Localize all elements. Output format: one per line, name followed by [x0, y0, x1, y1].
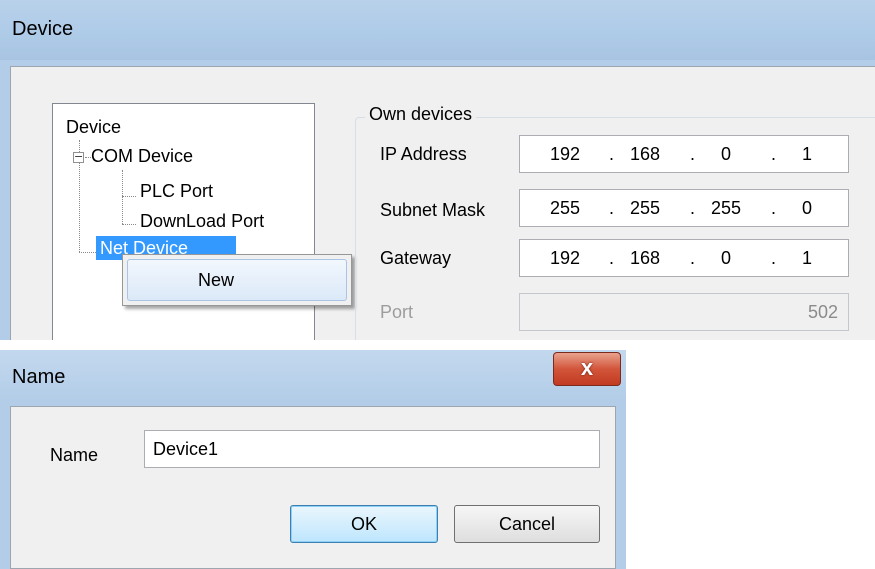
- own-devices-group-label: Own devices: [365, 104, 477, 125]
- port-label: Port: [380, 302, 414, 322]
- cancel-button[interactable]: Cancel: [454, 505, 600, 543]
- tree-line: [79, 163, 80, 252]
- ip-separator: .: [771, 144, 777, 164]
- ip-octet[interactable]: 192: [544, 144, 586, 165]
- tree-line: [122, 196, 136, 197]
- ok-button[interactable]: OK: [290, 505, 438, 543]
- ip-separator: .: [690, 198, 696, 218]
- device-titlebar[interactable]: Device: [0, 0, 875, 60]
- gateway-octet[interactable]: 1: [786, 248, 828, 269]
- port-value: 502: [807, 302, 838, 322]
- subnet-mask-label: Subnet Mask: [380, 200, 486, 220]
- tree-item-device[interactable]: Device: [66, 117, 121, 138]
- subnet-octet[interactable]: 255: [624, 198, 666, 219]
- tree-line: [122, 170, 123, 224]
- name-dialog-title: Name: [12, 366, 66, 388]
- name-input[interactable]: [144, 430, 600, 468]
- ip-separator: .: [609, 144, 615, 164]
- device-window: Device Device − COM Device PLC Port Down…: [0, 0, 875, 340]
- name-dialog-titlebar[interactable]: Name x: [0, 350, 626, 400]
- gateway-field[interactable]: 192 . 168 . 0 . 1: [519, 239, 849, 277]
- ip-separator: .: [771, 198, 777, 218]
- context-menu: New: [122, 254, 352, 306]
- ip-octet[interactable]: 0: [705, 144, 747, 165]
- subnet-octet[interactable]: 255: [705, 198, 747, 219]
- ip-separator: .: [690, 144, 696, 164]
- port-field: 502: [519, 293, 849, 331]
- ip-address-label: IP Address: [380, 144, 467, 164]
- gateway-label: Gateway: [380, 248, 452, 268]
- subnet-mask-field[interactable]: 255 . 255 . 255 . 0: [519, 189, 849, 227]
- ip-octet[interactable]: 1: [786, 144, 828, 165]
- tree-line: [122, 224, 136, 225]
- ip-address-field[interactable]: 192 . 168 . 0 . 1: [519, 135, 849, 173]
- ip-separator: .: [771, 248, 777, 268]
- ip-separator: .: [609, 248, 615, 268]
- ip-separator: .: [609, 198, 615, 218]
- gateway-octet[interactable]: 168: [624, 248, 666, 269]
- close-button[interactable]: x: [553, 352, 621, 386]
- subnet-octet[interactable]: 0: [786, 198, 828, 219]
- ip-octet[interactable]: 168: [624, 144, 666, 165]
- gateway-octet[interactable]: 0: [705, 248, 747, 269]
- name-label: Name: [50, 445, 99, 465]
- device-window-title: Device: [12, 18, 74, 40]
- ip-separator: .: [690, 248, 696, 268]
- tree-line: [79, 252, 96, 253]
- gateway-octet[interactable]: 192: [544, 248, 586, 269]
- tree-item-plc-port[interactable]: PLC Port: [140, 181, 213, 202]
- close-icon: x: [580, 355, 594, 380]
- subnet-octet[interactable]: 255: [544, 198, 586, 219]
- context-menu-item-label: New: [198, 270, 235, 290]
- context-menu-item-new[interactable]: New: [127, 259, 347, 301]
- collapse-icon[interactable]: −: [73, 151, 84, 163]
- tree-item-download-port[interactable]: DownLoad Port: [140, 211, 264, 232]
- tree-item-com-device[interactable]: COM Device: [91, 146, 193, 167]
- name-dialog: Name x Name OK Cancel: [0, 350, 626, 569]
